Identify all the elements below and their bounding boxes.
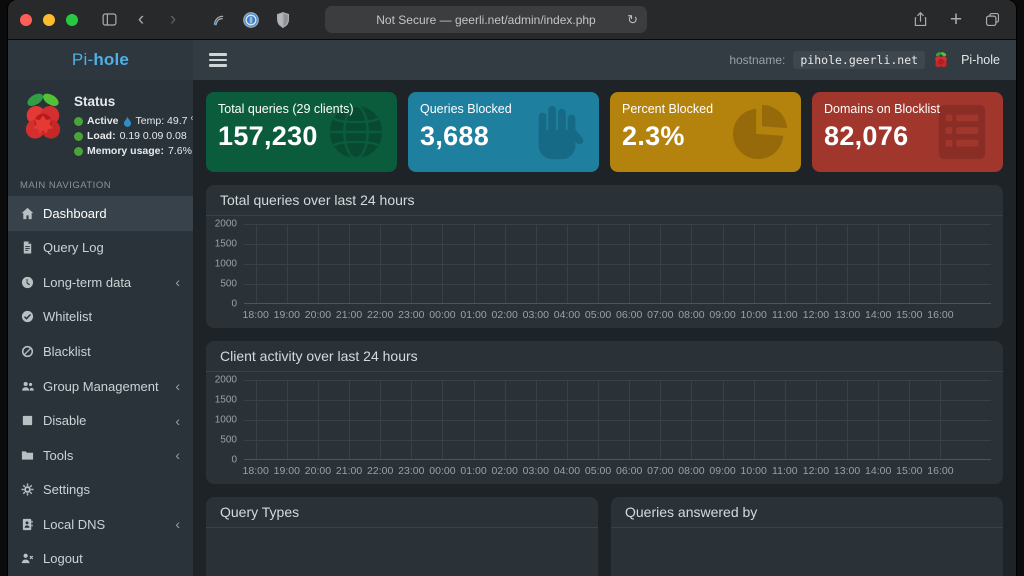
stop-icon bbox=[21, 414, 34, 427]
sidebar-item-group-management[interactable]: Group Management ‹ bbox=[8, 369, 193, 404]
panel-title: Client activity over last 24 hours bbox=[206, 341, 1003, 372]
card-queries-blocked: Queries Blocked 3,688 bbox=[408, 92, 599, 172]
browser-window: ‹ › Not Secure — geerli.net/admin/index.… bbox=[8, 0, 1016, 576]
address-book-icon bbox=[21, 518, 34, 531]
status-memory-label: Memory usage: bbox=[87, 145, 164, 157]
pihole-brand[interactable]: Pi-hole bbox=[8, 40, 193, 80]
app-header: Pi-hole hostname: pihole.geerli.net Pi-h… bbox=[8, 40, 1016, 80]
card-percent-blocked: Percent Blocked 2.3% bbox=[610, 92, 801, 172]
navbar-brand-label: Pi-hole bbox=[961, 53, 1000, 67]
panel-title: Total queries over last 24 hours bbox=[206, 185, 1003, 216]
card-domains-blocklist: Domains on Blocklist 82,076 bbox=[812, 92, 1003, 172]
plot-area bbox=[244, 224, 991, 304]
raspberry-logo bbox=[22, 92, 64, 144]
raspberry-icon bbox=[933, 51, 949, 69]
status-active-label: Active bbox=[87, 115, 119, 127]
new-tab-button[interactable]: + bbox=[944, 8, 968, 32]
forward-button[interactable]: › bbox=[161, 8, 185, 32]
sidebar-item-disable[interactable]: Disable ‹ bbox=[8, 403, 193, 438]
extension-shield-icon[interactable] bbox=[271, 8, 295, 32]
chevron-left-icon: ‹ bbox=[175, 414, 180, 428]
temp-icon bbox=[123, 116, 132, 127]
check-circle-icon bbox=[21, 310, 34, 323]
brand-bold: hole bbox=[93, 50, 129, 70]
close-window-button[interactable] bbox=[20, 14, 32, 26]
panel-total-queries: Total queries over last 24 hours 0500100… bbox=[206, 185, 1003, 328]
main-content: Total queries (29 clients) 157,230 Queri… bbox=[193, 80, 1016, 576]
plot-area bbox=[244, 380, 991, 460]
gear-icon bbox=[21, 483, 34, 496]
minimize-window-button[interactable] bbox=[43, 14, 55, 26]
nav-section-label: MAIN NAVIGATION bbox=[8, 170, 193, 196]
top-navbar: hostname: pihole.geerli.net Pi-hole bbox=[193, 40, 1016, 80]
zoom-window-button[interactable] bbox=[66, 14, 78, 26]
summary-cards: Total queries (29 clients) 157,230 Queri… bbox=[206, 92, 1003, 172]
status-load-value: 0.19 0.09 0.08 bbox=[120, 130, 187, 142]
tab-overview-icon[interactable] bbox=[980, 8, 1004, 32]
browser-titlebar: ‹ › Not Secure — geerli.net/admin/index.… bbox=[8, 0, 1016, 40]
address-bar[interactable]: Not Secure — geerli.net/admin/index.php … bbox=[325, 6, 647, 33]
status-active-dot bbox=[74, 117, 83, 126]
address-bar-text: Not Secure — geerli.net/admin/index.php bbox=[376, 13, 595, 27]
sidebar-item-query-log[interactable]: Query Log bbox=[8, 231, 193, 266]
status-load-dot bbox=[74, 132, 83, 141]
status-memory-value: 7.6% bbox=[168, 145, 192, 157]
clock-icon bbox=[21, 276, 34, 289]
chevron-left-icon: ‹ bbox=[175, 275, 180, 289]
chevron-left-icon: ‹ bbox=[175, 517, 180, 531]
sidebar-item-tools[interactable]: Tools ‹ bbox=[8, 438, 193, 473]
sidebar-toggle-icon[interactable] bbox=[97, 8, 121, 32]
sidebar-item-settings[interactable]: Settings bbox=[8, 472, 193, 507]
brand-pre: Pi- bbox=[72, 50, 93, 70]
status-memory-dot bbox=[74, 147, 83, 156]
reload-icon[interactable]: ↻ bbox=[627, 12, 638, 28]
panel-query-types: Query Types bbox=[206, 497, 598, 576]
back-button[interactable]: ‹ bbox=[129, 8, 153, 32]
x-axis: 18:0019:0020:0021:0022:0023:0000:0001:00… bbox=[244, 307, 991, 323]
sidebar-item-logout[interactable]: Logout bbox=[8, 541, 193, 576]
sidebar-item-dashboard[interactable]: Dashboard bbox=[8, 196, 193, 231]
home-icon bbox=[21, 207, 34, 220]
y-axis: 0500100015002000 bbox=[212, 380, 244, 460]
x-axis: 18:0019:0020:0021:0022:0023:0000:0001:00… bbox=[244, 463, 991, 479]
extension-1password-icon[interactable] bbox=[239, 8, 263, 32]
y-axis: 0500100015002000 bbox=[212, 224, 244, 304]
status-box: Status Active Temp: 49.7 °C Load: 0.19 0… bbox=[8, 80, 193, 170]
logout-icon bbox=[21, 552, 34, 565]
sidebar: Status Active Temp: 49.7 °C Load: 0.19 0… bbox=[8, 80, 193, 576]
status-load-label: Load: bbox=[87, 130, 116, 142]
total-queries-chart: 0500100015002000 bbox=[212, 224, 991, 304]
panel-client-activity: Client activity over last 24 hours 05001… bbox=[206, 341, 1003, 484]
panel-title: Query Types bbox=[206, 497, 598, 528]
file-icon bbox=[21, 241, 34, 254]
hostname-value: pihole.geerli.net bbox=[793, 51, 925, 69]
ban-icon bbox=[21, 345, 34, 358]
panel-queries-answered-by: Queries answered by bbox=[611, 497, 1003, 576]
hostname-label: hostname: bbox=[729, 53, 785, 67]
menu-toggle-icon[interactable] bbox=[209, 53, 227, 67]
status-title: Status bbox=[74, 94, 193, 109]
extension-antenna-icon[interactable] bbox=[207, 8, 231, 32]
sidebar-item-blacklist[interactable]: Blacklist bbox=[8, 334, 193, 369]
folder-icon bbox=[21, 449, 34, 462]
share-icon[interactable] bbox=[908, 8, 932, 32]
sidebar-item-local-dns[interactable]: Local DNS ‹ bbox=[8, 507, 193, 542]
status-temp: Temp: 49.7 °C bbox=[136, 115, 193, 127]
chevron-left-icon: ‹ bbox=[175, 379, 180, 393]
client-activity-chart: 0500100015002000 bbox=[212, 380, 991, 460]
card-total-queries: Total queries (29 clients) 157,230 bbox=[206, 92, 397, 172]
panel-title: Queries answered by bbox=[611, 497, 1003, 528]
chevron-left-icon: ‹ bbox=[175, 448, 180, 462]
sidebar-item-long-term-data[interactable]: Long-term data ‹ bbox=[8, 265, 193, 300]
users-icon bbox=[21, 380, 34, 393]
sidebar-item-whitelist[interactable]: Whitelist bbox=[8, 300, 193, 335]
